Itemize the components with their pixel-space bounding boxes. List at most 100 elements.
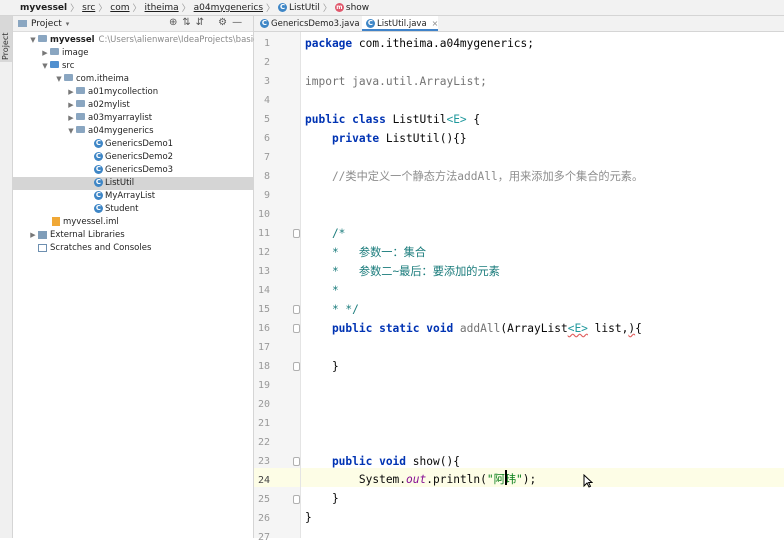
tree-item-label: com.itheima	[76, 74, 130, 84]
code-line[interactable]: *	[305, 281, 339, 300]
tree-item-external-libraries[interactable]: ▶ External Libraries	[28, 229, 124, 242]
breadcrumb-method[interactable]: m show	[333, 2, 371, 13]
tree-item-class[interactable]: C MyArrayList	[94, 190, 155, 203]
tree-item-class-selected[interactable]: C ListUtil	[94, 177, 134, 190]
line-number: 20	[257, 399, 270, 410]
breadcrumb-class[interactable]: C ListUtil	[276, 2, 322, 13]
code-line[interactable]: private ListUtil(){}	[305, 129, 467, 148]
module-file-icon	[52, 217, 60, 226]
tree-item-image[interactable]: ▶ image	[40, 47, 88, 60]
class-icon: C	[94, 139, 103, 148]
breadcrumb-separator: 〉	[132, 4, 142, 14]
breadcrumb-separator: 〉	[181, 4, 191, 14]
code-line[interactable]: public static void addAll(ArrayList<E> l…	[305, 319, 642, 338]
tab-listutil[interactable]: C ListUtil.java ×	[362, 16, 438, 31]
library-icon	[38, 230, 47, 239]
line-number: 16	[257, 323, 270, 334]
class-icon: C	[94, 165, 103, 174]
tree-item-label: a01mycollection	[88, 87, 159, 97]
tree-item-package[interactable]: ▶ a02mylist	[66, 99, 130, 112]
line-number: 25	[257, 494, 270, 505]
class-icon: C	[94, 178, 103, 187]
tree-item-label: ListUtil	[105, 178, 135, 188]
tree-item-class[interactable]: C GenericsDemo2	[94, 151, 173, 164]
expand-all-icon[interactable]: ⇵	[196, 17, 204, 28]
code-line[interactable]: import java.util.ArrayList;	[305, 72, 487, 91]
tree-item-src[interactable]: ▼ src	[40, 60, 74, 73]
line-number: 10	[257, 209, 270, 220]
locate-icon[interactable]: ⊕	[169, 17, 177, 28]
chevron-right-icon[interactable]: ▶	[66, 112, 76, 125]
line-number: 15	[257, 304, 270, 315]
chevron-down-icon[interactable]: ▼	[40, 60, 50, 73]
code-line[interactable]: * 参数一：集合	[305, 243, 426, 262]
fold-marker-icon[interactable]	[293, 229, 300, 238]
gear-icon[interactable]: ⚙	[218, 17, 227, 28]
tree-item-package[interactable]: ▼ com.itheima	[54, 73, 129, 86]
tree-item-project[interactable]: ▼ myvessel C:\Users\alienware\IdeaProjects…	[28, 34, 276, 47]
tree-item-iml[interactable]: myvessel.iml	[52, 216, 119, 229]
chevron-down-icon[interactable]: ▼	[28, 34, 38, 47]
tab-genericsdemo3[interactable]: CGenericsDemo3.java×	[256, 16, 371, 31]
code-line[interactable]: }	[305, 508, 312, 527]
project-folder-icon	[18, 20, 27, 27]
chevron-right-icon[interactable]: ▶	[66, 99, 76, 112]
breadcrumb-itheima[interactable]: itheima	[143, 3, 181, 13]
chevron-down-icon[interactable]: ▼	[54, 73, 64, 86]
tree-item-class[interactable]: C GenericsDemo3	[94, 164, 173, 177]
chevron-right-icon[interactable]: ▶	[28, 229, 38, 242]
tree-item-package[interactable]: ▼ a04mygenerics	[66, 125, 154, 138]
method-icon: m	[334, 2, 344, 12]
folder-icon	[50, 48, 59, 55]
tool-window-strip	[0, 16, 13, 538]
breadcrumb: myvessel 〉 src 〉 com 〉 itheima 〉 a04myge…	[0, 0, 784, 16]
code-line[interactable]: }	[305, 489, 339, 508]
tree-item-label: src	[62, 61, 75, 71]
source-folder-icon	[50, 61, 59, 68]
breadcrumb-src[interactable]: src	[80, 3, 97, 13]
fold-marker-icon[interactable]	[293, 362, 300, 371]
tree-item-class[interactable]: C GenericsDemo1	[94, 138, 173, 151]
hide-icon[interactable]: —	[232, 17, 242, 28]
tree-item-label: Scratches and Consoles	[50, 243, 152, 253]
project-panel-title[interactable]: Project	[31, 19, 62, 29]
line-number: 18	[257, 361, 270, 372]
breadcrumb-com[interactable]: com	[108, 3, 131, 13]
breadcrumb-separator: 〉	[70, 4, 80, 14]
fold-marker-icon[interactable]	[293, 305, 300, 314]
code-line[interactable]: //类中定义一个静态方法addAll，用来添加多个集合的元素。	[305, 167, 643, 186]
tab-label: ListUtil.java	[377, 19, 427, 29]
collapse-all-icon[interactable]: ⇅	[182, 17, 190, 28]
code-line[interactable]: public void show(){	[305, 452, 460, 471]
line-number: 6	[263, 133, 270, 144]
fold-marker-icon[interactable]	[293, 324, 300, 333]
chevron-right-icon[interactable]: ▶	[40, 47, 50, 60]
tree-item-scratches[interactable]: Scratches and Consoles	[38, 242, 151, 255]
project-tool-button[interactable]: Project	[0, 16, 12, 62]
fold-marker-icon[interactable]	[293, 495, 300, 504]
tree-item-class[interactable]: C Student	[94, 203, 138, 216]
chevron-right-icon[interactable]: ▶	[66, 86, 76, 99]
line-number: 13	[257, 266, 270, 277]
class-icon: C	[94, 191, 103, 200]
project-tool-label: Project	[1, 32, 10, 60]
code-line-current[interactable]: System.out.println("阿玮");	[305, 470, 536, 489]
code-line[interactable]: * */	[305, 300, 359, 319]
fold-marker-icon[interactable]	[293, 457, 300, 466]
code-line[interactable]: public class ListUtil<E> {	[305, 110, 480, 129]
class-icon: C	[94, 152, 103, 161]
breadcrumb-package[interactable]: a04mygenerics	[192, 3, 265, 13]
code-line[interactable]: }	[305, 357, 339, 376]
tree-item-package[interactable]: ▶ a01mycollection	[66, 86, 158, 99]
chevron-down-icon[interactable]: ▼	[66, 125, 76, 138]
close-icon[interactable]: ×	[432, 19, 439, 28]
tree-item-package[interactable]: ▶ a03myarraylist	[66, 112, 152, 125]
code-line[interactable]: /*	[305, 224, 345, 243]
code-line[interactable]: * 参数二~最后：要添加的元素	[305, 262, 500, 281]
breadcrumb-project[interactable]: myvessel	[0, 3, 69, 13]
package-icon	[76, 87, 85, 94]
class-icon: C	[278, 2, 288, 12]
code-line[interactable]: package com.itheima.a04mygenerics;	[305, 34, 534, 53]
chevron-down-icon[interactable]: ▾	[66, 20, 70, 28]
line-number: 12	[257, 247, 270, 258]
